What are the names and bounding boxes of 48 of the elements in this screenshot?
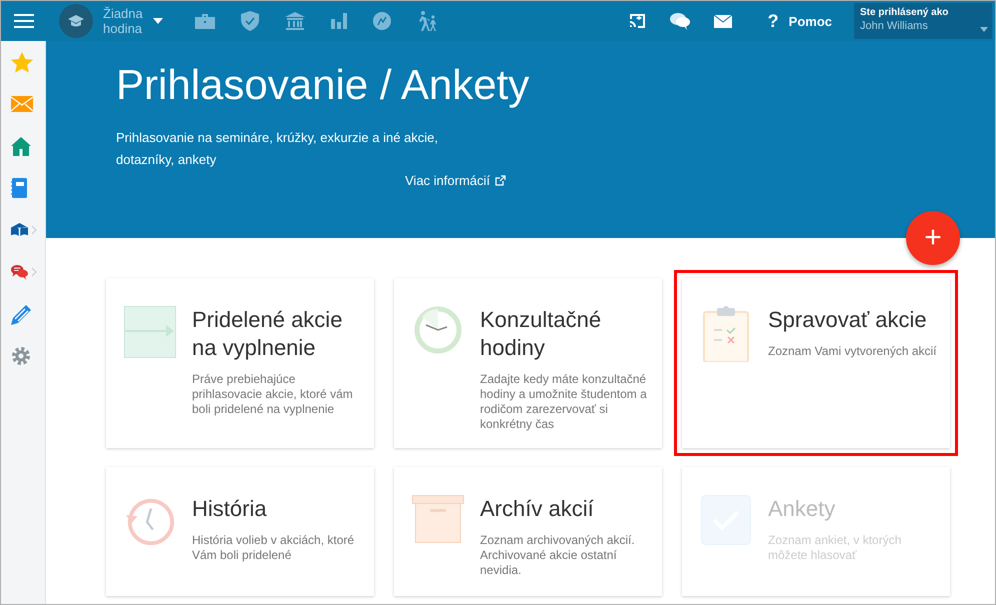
open-book-icon[interactable] [11, 221, 28, 239]
card-title: Archív akcií [480, 495, 595, 523]
action-card[interactable]: Archív akcií Zoznam archivovaných akcií. Archivované akcie ostatní nevidia. [394, 467, 662, 596]
walking-people-icon[interactable] [417, 11, 439, 31]
hero-description: Prihlasovanie na semináre, krúžky, exkurzie a iné akcie, dotazníky, ankety [116, 129, 440, 169]
card-description: Zadajte kedy máte konzultačné hodiny a umožnite študentom a rodičom zarezervovať si konkrétny čas [480, 372, 648, 432]
pen-icon[interactable] [11, 303, 33, 325]
caret-icon [980, 27, 988, 32]
card-title: Konzultačné hodiny [480, 306, 602, 362]
notebook-icon[interactable] [11, 178, 27, 198]
page-title: Prihlasovanie / Ankety [116, 61, 530, 109]
mail-icon[interactable] [714, 14, 732, 28]
card-description: Zoznam Vami vytvorených akcií [768, 344, 938, 359]
action-card[interactable]: Pridelené akcie na vyplnenie Práve prebiehajúce prihlasovacie akcie, ktoré vám boli pridelené na vyplnenie [106, 278, 374, 448]
card-description: História volieb v akciách, ktoré Vám boli pridelené [192, 533, 356, 563]
briefcase-icon[interactable] [195, 12, 215, 30]
graduation-cap-icon[interactable] [59, 4, 93, 38]
external-link-icon [495, 175, 506, 186]
chevron-icon [32, 226, 37, 234]
card-description: Práve prebiehajúce prihlasovacie akcie, ktoré vám boli pridelené na vyplnenie [192, 372, 354, 417]
cast-icon[interactable] [628, 13, 646, 29]
card-title: Pridelené akcie na vyplnenie [192, 306, 344, 362]
arrow-box-icon [124, 306, 176, 358]
home-icon[interactable] [11, 136, 31, 156]
card-title: História [192, 495, 268, 523]
shield-icon[interactable] [241, 11, 259, 31]
chat-icon[interactable] [11, 262, 28, 282]
chat-icon[interactable] [670, 12, 690, 30]
action-card[interactable]: História História volieb v akciách, ktoré Vám boli pridelené [106, 467, 374, 596]
more-info-link[interactable]: Viac informácií [405, 173, 506, 188]
card-description: Zoznam archivovaných akcií. Archivované akcie ostatní nevidia. [480, 533, 636, 578]
action-card[interactable]: Konzultačné hodiny Zadajte kedy máte konzultačné hodiny a umožnite študentom a rodičom zarezervovať si konkrétny čas [394, 278, 662, 448]
caret-icon [153, 18, 163, 24]
settings-icon[interactable] [11, 346, 31, 366]
help-button[interactable]: ? Pomoc [768, 10, 832, 32]
action-card[interactable]: Spravovať akcie Zoznam Vami vytvorených akcií [682, 278, 950, 448]
archive-box-icon [412, 495, 464, 543]
clock-icon [414, 306, 462, 354]
card-title: Spravovať akcie [768, 306, 928, 334]
mail-icon[interactable] [11, 96, 33, 112]
chevron-icon [32, 268, 37, 276]
card-title: Ankety [768, 495, 836, 523]
bank-icon[interactable] [285, 12, 305, 30]
user-menu[interactable]: Ste prihlásený ako John Williams [854, 3, 992, 39]
bar-chart-icon[interactable] [331, 13, 347, 29]
star-icon[interactable] [11, 52, 33, 72]
clipboard-icon [703, 306, 749, 362]
add-button[interactable]: + [906, 211, 960, 265]
